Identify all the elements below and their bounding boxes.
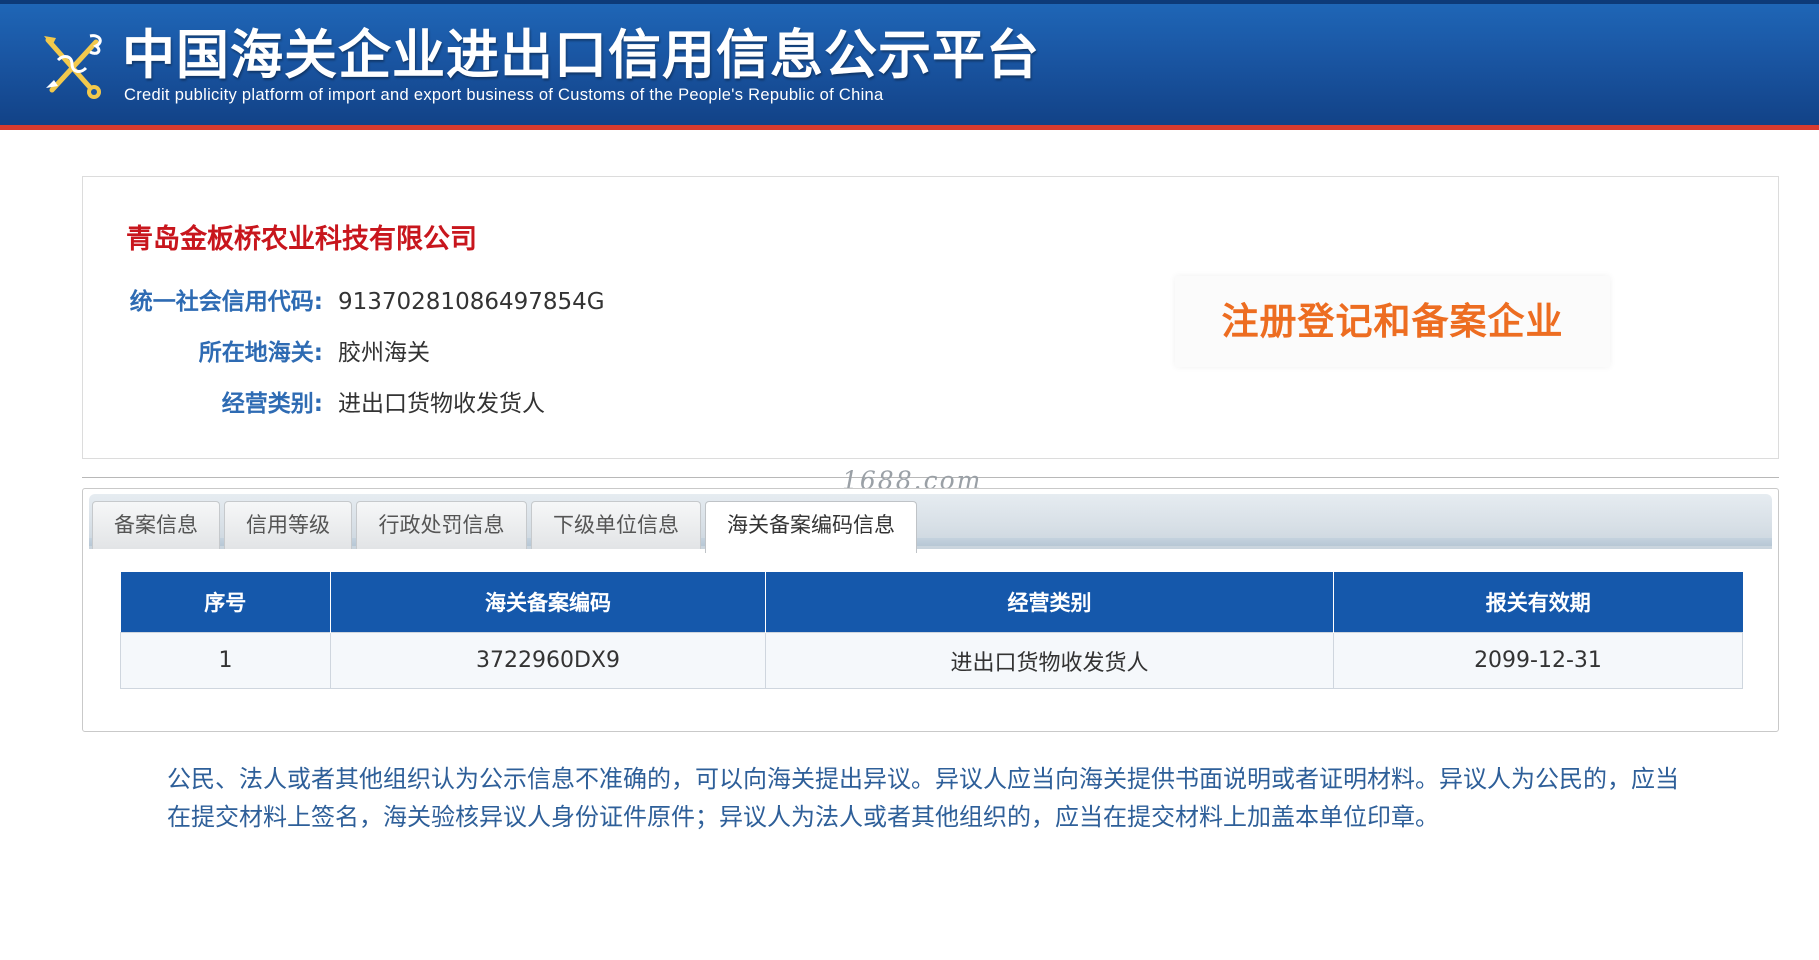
cell-index: 1	[120, 632, 331, 689]
tab-credit-level[interactable]: 信用等级	[224, 501, 352, 549]
cell-business-type: 进出口货物收发货人	[765, 632, 1334, 689]
customs-label: 所在地海关:	[198, 340, 323, 366]
column-header-customs-code: 海关备案编码	[330, 572, 766, 633]
column-header-business-type: 经营类别	[765, 572, 1334, 633]
status-stamp-text: 注册登记和备案企业	[1221, 300, 1564, 343]
company-info-card: 青岛金板桥农业科技有限公司 统一社会信用代码: 9137028108649785…	[82, 176, 1779, 459]
status-stamp: 注册登记和备案企业	[1175, 276, 1610, 367]
site-subtitle: Credit publicity platform of import and …	[124, 86, 884, 104]
business-type-label: 经营类别:	[221, 391, 323, 417]
tab-subunit-info[interactable]: 下级单位信息	[531, 501, 701, 549]
table-header-row: 序号 海关备案编码 经营类别 报关有效期	[120, 572, 1743, 633]
tab-filing-info[interactable]: 备案信息	[92, 501, 220, 549]
info-row-business-type: 经营类别: 进出口货物收发货人	[83, 386, 983, 422]
company-name: 青岛金板桥农业科技有限公司	[126, 224, 477, 255]
tab-panel: 备案信息 信用等级 行政处罚信息 下级单位信息 海关备案编码信息 序号 海关备案…	[82, 488, 1779, 732]
tab-penalty-info[interactable]: 行政处罚信息	[356, 501, 527, 549]
info-row-customs: 所在地海关: 胶州海关	[83, 335, 983, 371]
cell-customs-code: 3722960DX9	[330, 632, 766, 689]
info-row-credit-code: 统一社会信用代码: 91370281086497854G	[83, 284, 983, 320]
business-type-value: 进出口货物收发货人	[338, 391, 545, 417]
credit-code-label: 统一社会信用代码:	[129, 289, 323, 315]
customs-emblem-icon	[44, 34, 102, 99]
column-header-index: 序号	[120, 572, 331, 633]
column-header-validity: 报关有效期	[1333, 572, 1743, 633]
cell-validity: 2099-12-31	[1333, 632, 1743, 689]
tab-customs-code-info[interactable]: 海关备案编码信息	[705, 501, 917, 553]
table-row: 1 3722960DX9 进出口货物收发货人 2099-12-31	[120, 632, 1743, 689]
customs-value: 胶州海关	[338, 340, 430, 366]
objection-notice: 公民、法人或者其他组织认为公示信息不准确的，可以向海关提出异议。异议人应当向海关…	[167, 765, 1679, 831]
site-header: 中国海关企业进出口信用信息公示平台 Credit publicity platf…	[0, 0, 1819, 130]
customs-code-table: 序号 海关备案编码 经营类别 报关有效期 1 3722960DX9 进出口货物收…	[120, 572, 1743, 689]
site-title: 中国海关企业进出口信用信息公示平台	[122, 25, 1040, 86]
header-top-line	[0, 0, 1819, 4]
credit-code-value: 91370281086497854G	[338, 289, 605, 315]
